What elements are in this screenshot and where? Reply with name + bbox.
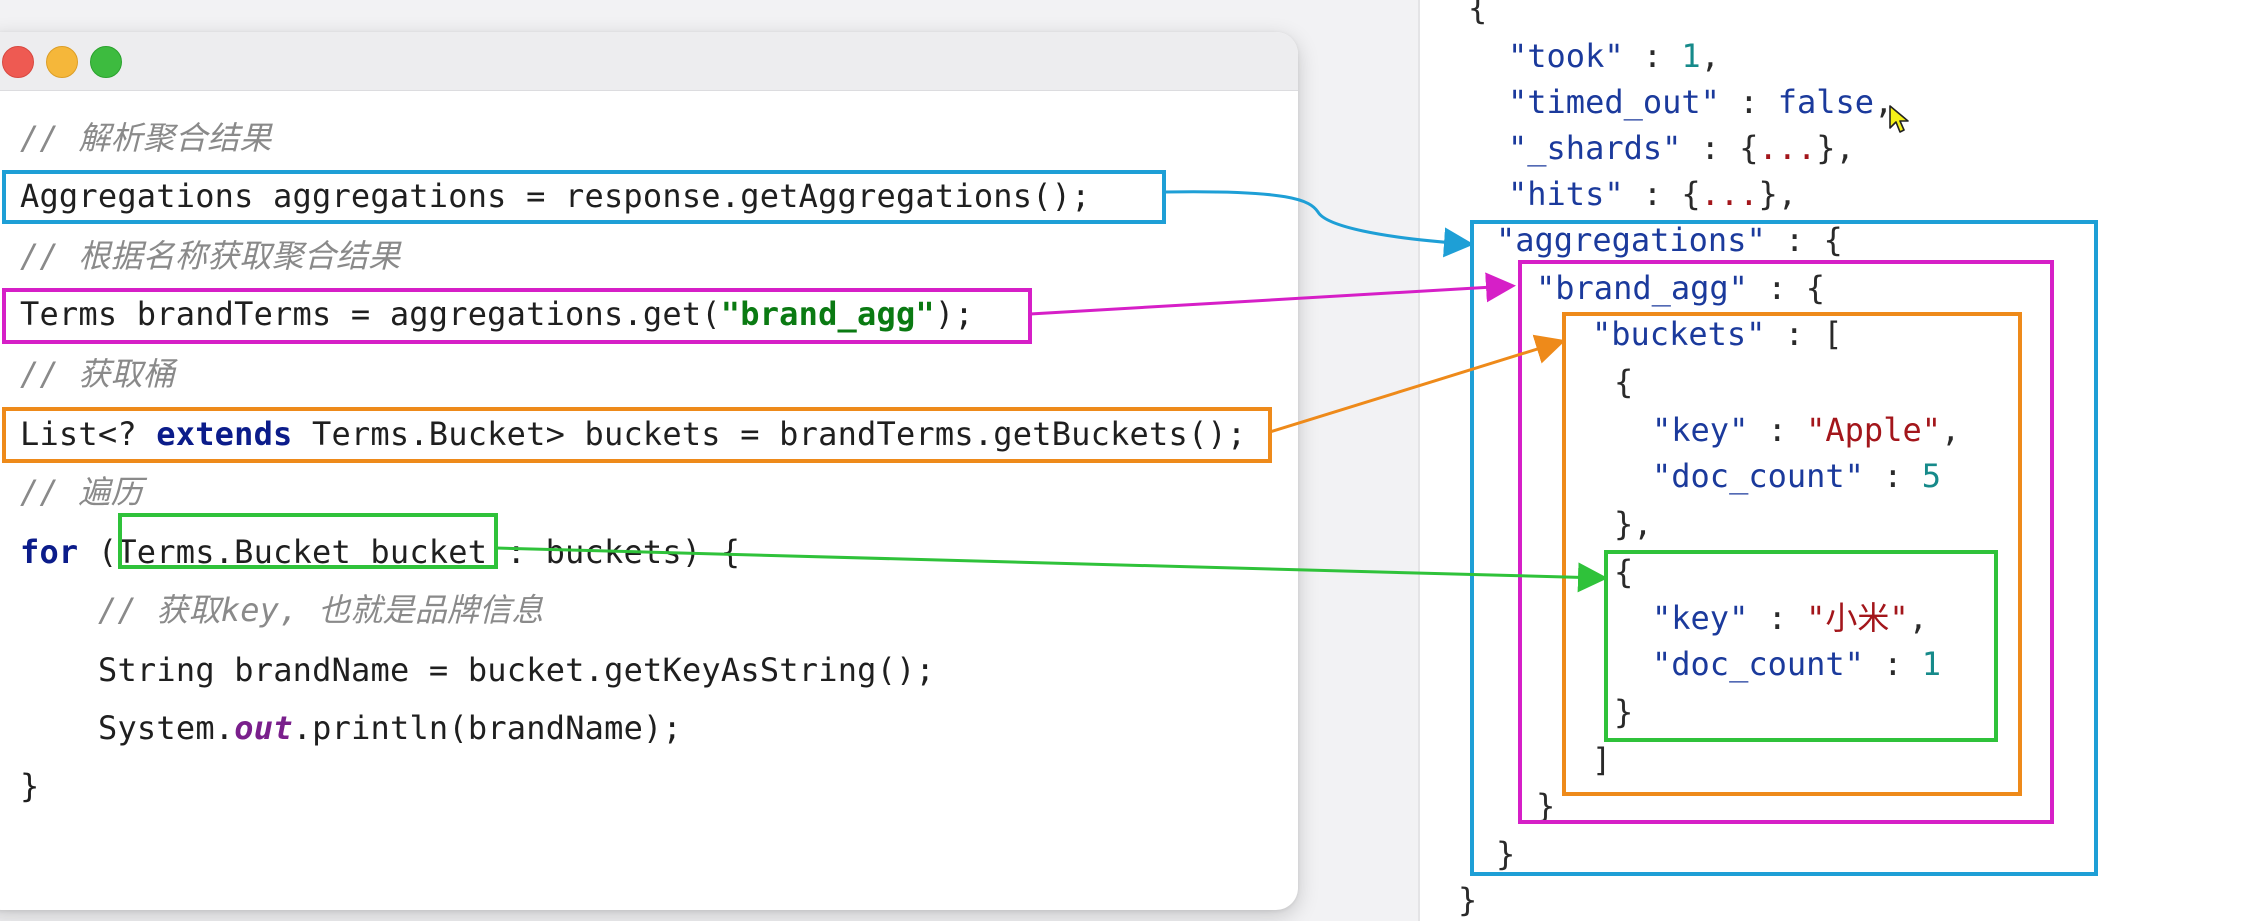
json-key-took: "took" — [1508, 37, 1624, 75]
json-key-timed-out: "timed_out" — [1508, 83, 1720, 121]
mouse-cursor-icon — [1889, 105, 1909, 133]
json-aggregations-close: } — [1496, 835, 1516, 873]
json-punct: }, — [1758, 175, 1797, 213]
json-punct: : — [1623, 37, 1682, 75]
json-value-count-5: 5 — [1921, 457, 1941, 495]
comment-get-key: // 获取key, 也就是品牌信息 — [98, 591, 544, 629]
code-line-close-brace: } — [20, 767, 40, 805]
json-punct: : { — [1681, 129, 1759, 167]
json-punct: : { — [1747, 269, 1825, 307]
json-root-close: } — [1458, 881, 1478, 919]
json-value-count-1: 1 — [1921, 645, 1941, 683]
json-key-aggregations: "aggregations" — [1496, 221, 1766, 259]
json-buckets-close: ] — [1592, 741, 1612, 779]
code-text: Terms brandTerms = aggregations.get( — [20, 295, 721, 333]
json-key-doc-count: "doc_count" — [1652, 645, 1864, 683]
comment-get-buckets: // 获取桶 — [20, 355, 175, 393]
json-brand-agg-line: "brand_agg" : { — [1536, 268, 1825, 308]
code-window — [0, 32, 1298, 910]
json-timed-out-line: "timed_out" : false, — [1508, 82, 1893, 122]
json-buckets-line: "buckets" : [ — [1592, 314, 1842, 354]
maximize-button[interactable] — [90, 46, 122, 78]
code-keyword-for: for — [20, 533, 79, 571]
json-key-key: "key" — [1652, 599, 1749, 637]
json-collapsed-hits[interactable]: ... — [1701, 175, 1759, 213]
code-line-brand-terms: Terms brandTerms = aggregations.get("bra… — [20, 294, 974, 334]
json-punct: : — [1863, 645, 1922, 683]
json-punct: }, — [1816, 129, 1855, 167]
json-brand-agg-close: } — [1536, 787, 1556, 825]
code-text: List<? — [20, 415, 157, 453]
json-punct: : { — [1765, 221, 1843, 259]
json-key-hits: "hits" — [1508, 175, 1624, 213]
json-bucket1-key-line: "key" : "Apple", — [1652, 410, 1960, 450]
comment-iterate: // 遍历 — [20, 473, 143, 511]
json-punct: , — [1908, 599, 1928, 637]
json-hits-line: "hits" : {...}, — [1508, 174, 1797, 214]
window-titlebar — [0, 32, 1298, 91]
json-value-timed-out: false — [1777, 83, 1875, 121]
code-keyword-extends: extends — [156, 415, 293, 453]
code-text: .println(brandName); — [292, 709, 682, 747]
json-key-brand-agg: "brand_agg" — [1536, 269, 1748, 307]
json-punct: : [ — [1765, 315, 1843, 353]
code-line-buckets: List<? extends Terms.Bucket> buckets = b… — [20, 414, 1246, 454]
json-bucket1-count-line: "doc_count" : 5 — [1652, 456, 1941, 496]
code-line-println: System.out.println(brandName); — [98, 708, 682, 748]
json-took-line: "took" : 1, — [1508, 36, 1720, 76]
json-punct: : — [1719, 83, 1778, 121]
code-line-brand-name: String brandName = bucket.getKeyAsString… — [98, 651, 936, 689]
code-text: Terms.Bucket> buckets = brandTerms.getBu… — [292, 415, 1247, 453]
json-bucket1-open: { — [1614, 363, 1634, 401]
json-bucket2-close: } — [1614, 693, 1634, 731]
code-line-aggregations: Aggregations aggregations = response.get… — [20, 177, 1091, 215]
json-value-xiaomi: "小米" — [1806, 599, 1909, 637]
json-key-buckets: "buckets" — [1592, 315, 1766, 353]
json-key-key: "key" — [1652, 411, 1749, 449]
code-string-brand-agg: "brand_agg" — [720, 295, 935, 333]
json-key-doc-count: "doc_count" — [1652, 457, 1864, 495]
json-bucket2-open: { — [1614, 553, 1634, 591]
json-bucket2-count-line: "doc_count" : 1 — [1652, 644, 1941, 684]
json-punct: : — [1748, 411, 1807, 449]
json-value-took: 1 — [1681, 37, 1701, 75]
json-collapsed-shards[interactable]: ... — [1758, 129, 1816, 167]
code-text: ); — [934, 295, 974, 333]
json-punct: , — [1940, 411, 1961, 449]
code-text: System. — [98, 709, 235, 747]
json-punct: : — [1863, 457, 1922, 495]
json-open-brace: { — [1468, 0, 1488, 27]
json-bucket1-close: }, — [1614, 505, 1653, 543]
json-punct: , — [1700, 37, 1720, 75]
minimize-button[interactable] — [46, 46, 78, 78]
json-value-apple: "Apple" — [1806, 411, 1941, 449]
json-punct: : — [1748, 599, 1807, 637]
code-line-for: for (Terms.Bucket bucket : buckets) { — [20, 532, 740, 572]
json-shards-line: "_shards" : {...}, — [1508, 128, 1855, 168]
json-punct: : { — [1623, 175, 1701, 213]
comment-parse-aggregation: // 解析聚合结果 — [20, 119, 272, 157]
comment-get-by-name: // 根据名称获取聚合结果 — [20, 237, 401, 275]
json-aggregations-line: "aggregations" : { — [1496, 220, 1843, 260]
json-bucket2-key-line: "key" : "小米", — [1652, 598, 1928, 638]
json-key-shards: "_shards" — [1508, 129, 1682, 167]
code-field-out: out — [234, 709, 293, 747]
code-text: (Terms.Bucket bucket : buckets) { — [78, 533, 741, 571]
close-button[interactable] — [2, 46, 34, 78]
